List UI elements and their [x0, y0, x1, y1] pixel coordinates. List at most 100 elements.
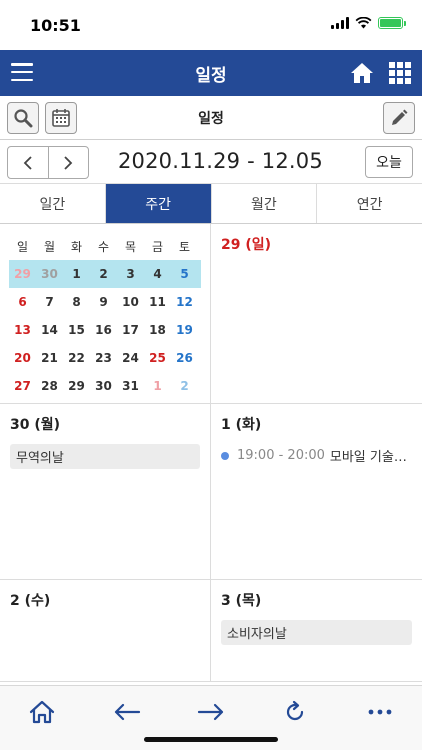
more-button[interactable]: [360, 697, 400, 727]
today-button[interactable]: 오늘: [365, 146, 413, 178]
battery-tip: [404, 20, 406, 26]
calendar-day[interactable]: 9: [90, 295, 117, 309]
mini-calendar-week[interactable]: 13 14 15 16 17 18 19: [9, 316, 201, 344]
toolbar-title: 일정: [198, 110, 224, 127]
calendar-day[interactable]: 22: [63, 351, 90, 365]
next-week-button[interactable]: [49, 147, 89, 178]
mini-calendar-week[interactable]: 27 28 29 30 31 1 2: [9, 372, 201, 400]
calendar-day[interactable]: 17: [117, 323, 144, 337]
calendar-day[interactable]: 8: [63, 295, 90, 309]
date-range-row: 2020.11.29 - 12.05 오늘: [0, 140, 422, 184]
calendar-day[interactable]: 30: [36, 267, 63, 281]
weekday-label: 목: [124, 239, 137, 254]
edit-button[interactable]: [383, 102, 415, 134]
calendar-day[interactable]: 14: [36, 323, 63, 337]
calendar-day[interactable]: 2: [90, 267, 117, 281]
event-item[interactable]: 19:00 - 20:00 모바일 기술…: [221, 446, 412, 465]
calendar-day[interactable]: 1: [63, 267, 90, 281]
toolbar: 일정: [0, 96, 422, 140]
holiday-tag[interactable]: 소비자의날: [221, 620, 412, 645]
weekday-label: 토: [178, 239, 191, 254]
tab-weekly[interactable]: 주간: [105, 184, 212, 223]
day-cell-tuesday[interactable]: 1 (화) 19:00 - 20:00 모바일 기술…: [211, 404, 422, 580]
mini-calendar-week-selected[interactable]: 29 30 1 2 3 4 5: [9, 260, 201, 288]
day-title: 1 (화): [221, 417, 262, 433]
calendar-day[interactable]: 15: [63, 323, 90, 337]
calendar-day[interactable]: 31: [117, 379, 144, 393]
date-range-label: 2020.11.29 - 12.05: [118, 149, 323, 173]
day-cell-wednesday[interactable]: 2 (수): [0, 580, 211, 682]
calendar-day[interactable]: 25: [144, 351, 171, 365]
calendar-day[interactable]: 19: [171, 323, 198, 337]
tab-yearly[interactable]: 연간: [317, 184, 422, 223]
calendar-day[interactable]: 29: [9, 267, 36, 281]
week-grid: 일 월 화 수 목 금 토 29 30 1 2 3 4 5 6 7 8 9 10…: [0, 224, 422, 682]
day-title: 3 (목): [221, 593, 262, 609]
battery-icon: [378, 17, 403, 29]
weekday-label: 월: [43, 239, 56, 254]
arrow-left-icon: [114, 703, 140, 721]
weekday-label: 화: [70, 239, 83, 254]
prev-week-button[interactable]: [8, 147, 49, 178]
menu-icon[interactable]: [11, 63, 33, 81]
forward-button[interactable]: [191, 697, 231, 727]
calendar-button[interactable]: [45, 102, 77, 134]
calendar-day[interactable]: 2: [171, 379, 198, 393]
view-tabs: 일간 주간 월간 연간: [0, 184, 422, 224]
weekday-label: 금: [151, 239, 164, 254]
status-bar: 10:51: [0, 0, 422, 50]
apps-grid-icon[interactable]: [389, 62, 411, 84]
home-icon[interactable]: [350, 61, 374, 85]
back-button[interactable]: [107, 697, 147, 727]
holiday-tag[interactable]: 무역의날: [10, 444, 200, 469]
wifi-icon: [355, 17, 372, 29]
chevron-right-icon: [64, 155, 73, 170]
tab-daily[interactable]: 일간: [0, 184, 106, 223]
home-indicator: [144, 737, 278, 742]
calendar-day[interactable]: 5: [171, 267, 198, 281]
chevron-left-icon: [23, 155, 32, 170]
refresh-button[interactable]: [275, 697, 315, 727]
calendar-day[interactable]: 28: [36, 379, 63, 393]
search-icon: [14, 109, 33, 128]
calendar-day[interactable]: 26: [171, 351, 198, 365]
refresh-icon: [287, 700, 304, 721]
event-title: 모바일 기술…: [329, 450, 407, 465]
calendar-day[interactable]: 10: [117, 295, 144, 309]
calendar-day[interactable]: 23: [90, 351, 117, 365]
event-dot-icon: [221, 451, 229, 460]
calendar-day[interactable]: 7: [36, 295, 63, 309]
day-cell-thursday[interactable]: 3 (목) 소비자의날: [211, 580, 422, 682]
calendar-day[interactable]: 16: [90, 323, 117, 337]
app-header: 일정: [0, 50, 422, 96]
calendar-day[interactable]: 1: [144, 379, 171, 393]
more-horizontal-icon: [368, 709, 392, 715]
mini-calendar-week[interactable]: 6 7 8 9 10 11 12: [9, 288, 201, 316]
calendar-day[interactable]: 11: [144, 295, 171, 309]
app-title: 일정: [195, 65, 227, 86]
home-button[interactable]: [22, 697, 62, 727]
calendar-day[interactable]: 29: [63, 379, 90, 393]
day-title: 29 (일): [221, 237, 272, 253]
calendar-day[interactable]: 30: [90, 379, 117, 393]
tab-monthly[interactable]: 월간: [211, 184, 318, 223]
home-outline-icon: [30, 700, 55, 724]
calendar-day[interactable]: 24: [117, 351, 144, 365]
calendar-day[interactable]: 12: [171, 295, 198, 309]
calendar-day[interactable]: 13: [9, 323, 36, 337]
mini-calendar-week[interactable]: 20 21 22 23 24 25 26: [9, 344, 201, 372]
calendar-day[interactable]: 21: [36, 351, 63, 365]
day-cell-sunday[interactable]: 29 (일): [211, 224, 422, 404]
day-cell-monday[interactable]: 30 (월) 무역의날: [0, 404, 211, 580]
calendar-day[interactable]: 3: [117, 267, 144, 281]
search-button[interactable]: [7, 102, 39, 134]
calendar-day[interactable]: 4: [144, 267, 171, 281]
weekday-label: 수: [97, 239, 110, 254]
pencil-icon: [392, 109, 408, 125]
calendar-day[interactable]: 18: [144, 323, 171, 337]
calendar-day[interactable]: 20: [9, 351, 36, 365]
calendar-day[interactable]: 27: [9, 379, 36, 393]
calendar-day[interactable]: 6: [9, 295, 36, 309]
calendar-icon: [52, 109, 70, 127]
arrow-right-icon: [197, 703, 224, 721]
